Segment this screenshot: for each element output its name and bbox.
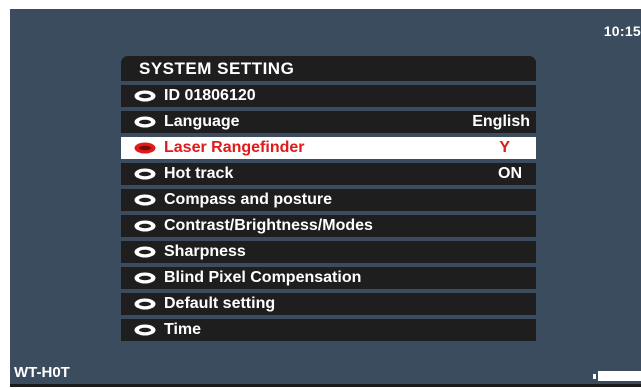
menu-item-value: Y: [499, 139, 510, 156]
menu-item-compass[interactable]: Compass and posture: [121, 189, 536, 211]
screen-bottom-border: [10, 384, 641, 387]
radio-bullet-icon: [133, 297, 157, 311]
menu-title: SYSTEM SETTING: [121, 56, 536, 81]
menu-item-default-setting[interactable]: Default setting: [121, 293, 536, 315]
radio-bullet-icon: [133, 323, 157, 337]
menu-item-label: Laser Rangefinder: [164, 139, 305, 156]
menu-item-sharpness[interactable]: Sharpness: [121, 241, 536, 263]
radio-bullet-selected-icon: [133, 141, 157, 155]
battery-icon: [593, 371, 641, 381]
clock-readout: 10:15: [603, 23, 641, 39]
radio-bullet-icon: [133, 219, 157, 233]
menu-item-hot-track[interactable]: Hot track ON: [121, 163, 536, 185]
menu-item-label: ID 01806120: [164, 87, 256, 104]
radio-bullet-icon: [133, 193, 157, 207]
menu-item-label: Contrast/Brightness/Modes: [164, 217, 373, 234]
radio-bullet-icon: [133, 167, 157, 181]
menu-item-language[interactable]: Language English: [121, 111, 536, 133]
radio-bullet-icon: [133, 89, 157, 103]
menu-item-label: Hot track: [164, 165, 234, 182]
menu-item-label: Time: [164, 321, 202, 338]
menu-item-value: ON: [498, 165, 522, 182]
menu-item-value: English: [472, 113, 530, 130]
menu-item-label: Sharpness: [164, 243, 246, 260]
radio-bullet-icon: [133, 115, 157, 129]
brand-label: WT-H0T: [14, 364, 70, 381]
menu-item-label: Language: [164, 113, 240, 130]
system-setting-menu: SYSTEM SETTING ID 01806120 Language Engl…: [121, 56, 536, 341]
menu-item-contrast[interactable]: Contrast/Brightness/Modes: [121, 215, 536, 237]
menu-item-label: Blind Pixel Compensation: [164, 269, 362, 286]
radio-bullet-icon: [133, 271, 157, 285]
menu-item-id[interactable]: ID 01806120: [121, 85, 536, 107]
menu-item-label: Default setting: [164, 295, 276, 312]
menu-item-blind-pixel[interactable]: Blind Pixel Compensation: [121, 267, 536, 289]
menu-item-time[interactable]: Time: [121, 319, 536, 341]
menu-item-label: Compass and posture: [164, 191, 333, 208]
radio-bullet-icon: [133, 245, 157, 259]
menu-item-laser-rangefinder[interactable]: Laser Rangefinder Y: [121, 137, 536, 159]
